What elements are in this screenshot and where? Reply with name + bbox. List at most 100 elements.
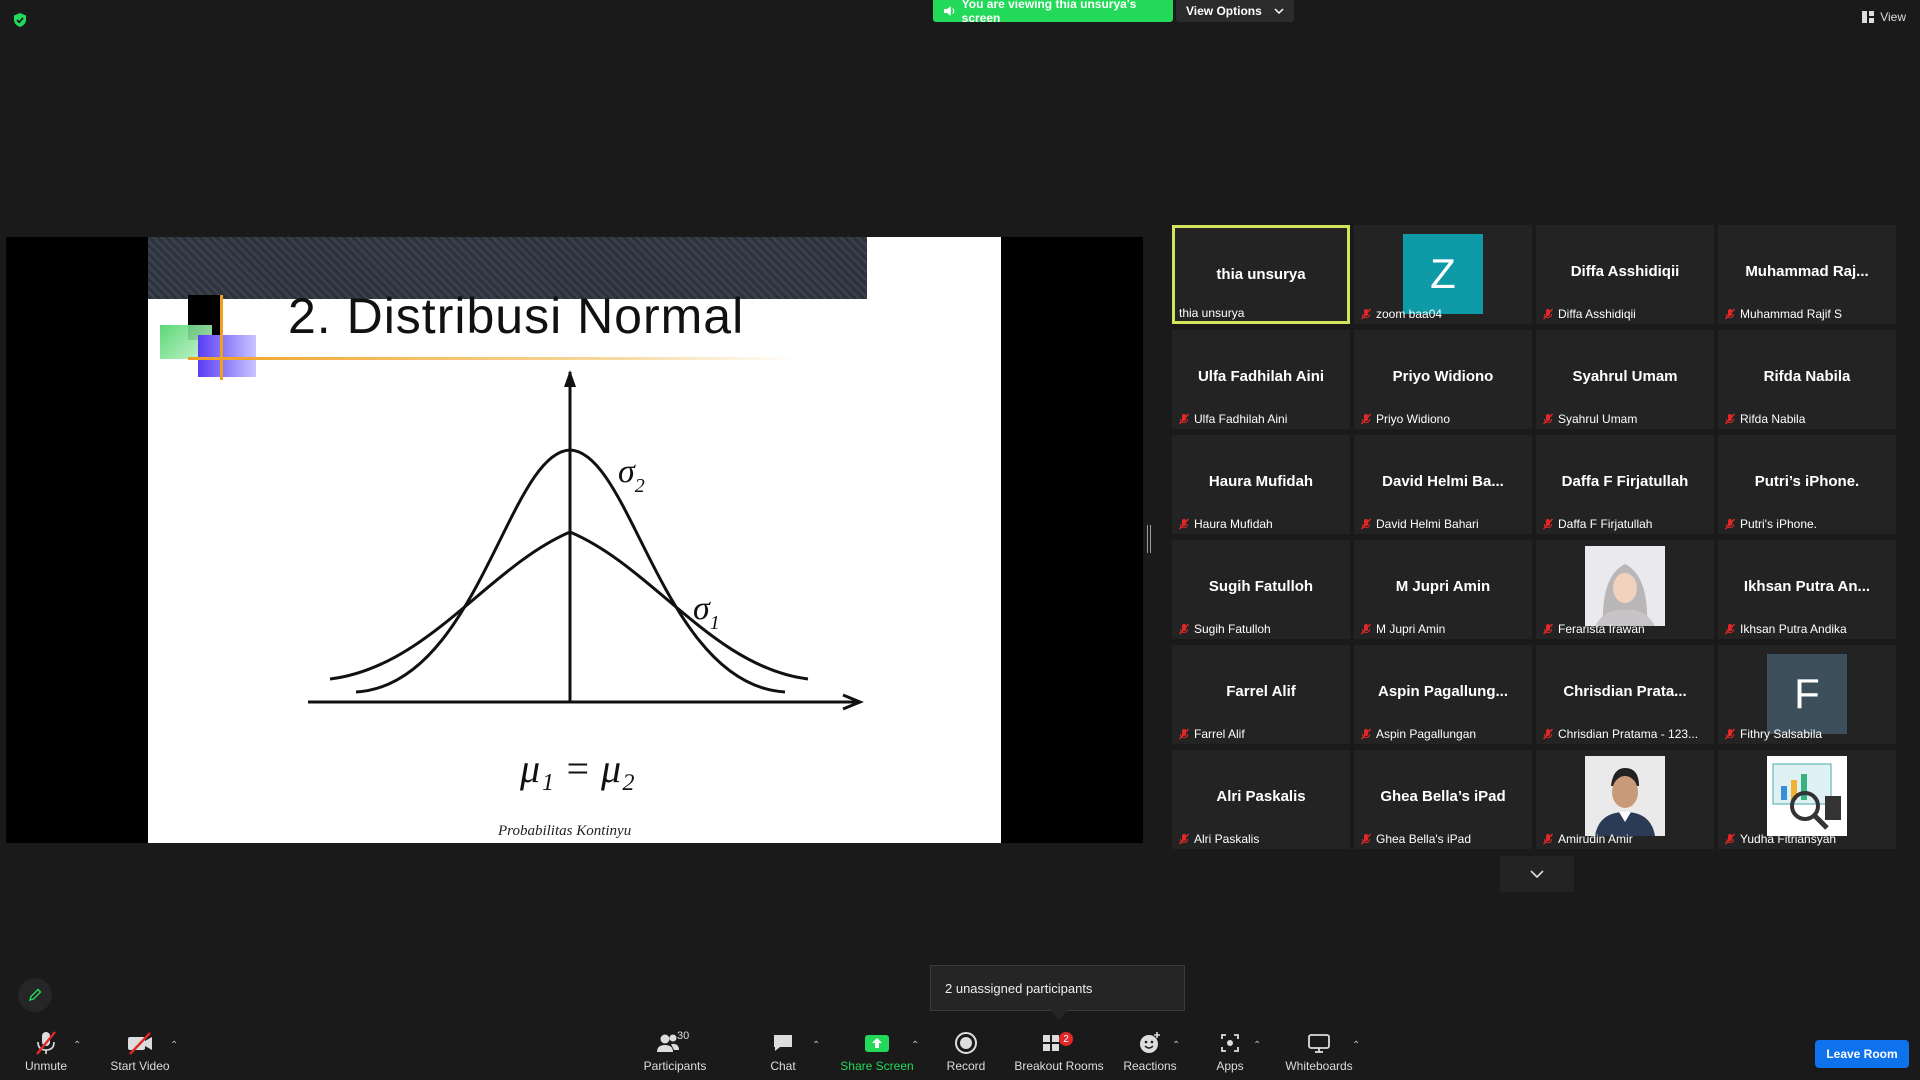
participant-tile[interactable]: Daffa F Firjatullah Daffa F Firjatullah: [1536, 435, 1714, 534]
reactions-options-caret[interactable]: ⌃: [1172, 1040, 1180, 1051]
whiteboards-button[interactable]: Whiteboards: [1282, 1030, 1356, 1078]
unassigned-text: 2 unassigned participants: [945, 980, 1093, 996]
participant-name-text: Aspin Pagallungan: [1376, 727, 1477, 741]
sigma2-symbol: σ: [618, 453, 636, 490]
participant-name-label: thia unsurya: [1179, 306, 1244, 320]
record-button[interactable]: Record: [944, 1030, 988, 1078]
breakout-rooms-button[interactable]: 2 Breakout Rooms: [1012, 1030, 1106, 1078]
reactions-button[interactable]: Reactions: [1123, 1030, 1177, 1078]
participant-display-name: Ulfa Fadhilah Aini: [1197, 368, 1325, 385]
video-off-icon: [128, 1032, 152, 1055]
unmute-label: Unmute: [24, 1059, 68, 1073]
microphone-muted-icon: [1542, 623, 1554, 635]
participant-tile[interactable]: Chrisdian Prata... Chrisdian Pratama - 12…: [1536, 645, 1714, 744]
participant-name-label: Syahrul Umam: [1542, 412, 1637, 426]
participant-tile[interactable]: Amirudin Amir: [1536, 750, 1714, 849]
participant-display-name: Diffa Asshidiqii: [1570, 263, 1680, 280]
participant-name-label: Diffa Asshidiqii: [1542, 307, 1636, 321]
participant-display-name: Ikhsan Putra An...: [1743, 578, 1871, 595]
sigma1-label: σ1: [693, 590, 720, 634]
shared-screen[interactable]: 2. Distribusi Normal σ2 σ1 μ₁ = μ₂ Proba…: [6, 237, 1143, 843]
audio-options-caret[interactable]: ⌃: [73, 1040, 81, 1051]
participant-name-label: Fithry Salsabila: [1724, 727, 1822, 741]
participant-tile[interactable]: David Helmi Ba... David Helmi Bahari: [1354, 435, 1532, 534]
breakout-rooms-badge: 2: [1059, 1032, 1073, 1046]
participant-tile[interactable]: Alri Paskalis Alri Paskalis: [1172, 750, 1350, 849]
share-screen-button[interactable]: Share Screen: [840, 1030, 914, 1078]
participant-name-label: Rifda Nabila: [1724, 412, 1805, 426]
participant-tile[interactable]: Putri’s iPhone. Putri's iPhone.: [1718, 435, 1896, 534]
unassigned-participants-tooltip[interactable]: 2 unassigned participants: [930, 965, 1185, 1011]
share-options-caret[interactable]: ⌃: [911, 1040, 919, 1051]
whiteboards-label: Whiteboards: [1285, 1059, 1353, 1073]
participant-tile[interactable]: M Jupri Amin M Jupri Amin: [1354, 540, 1532, 639]
participant-tile[interactable]: Diffa Asshidiqii Diffa Asshidiqii: [1536, 225, 1714, 324]
participant-tile[interactable]: Ferarista Irawan: [1536, 540, 1714, 639]
microphone-muted-icon: [1724, 518, 1736, 530]
microphone-muted-icon: [1360, 728, 1372, 740]
participant-name-label: zoom baa04: [1360, 307, 1442, 321]
participant-tile[interactable]: Ghea Bella’s iPad Ghea Bella's iPad: [1354, 750, 1532, 849]
video-options-caret[interactable]: ⌃: [170, 1040, 178, 1051]
record-icon: [955, 1032, 977, 1054]
apps-button[interactable]: Apps: [1212, 1030, 1248, 1078]
avatar: Z: [1403, 234, 1483, 314]
participant-tile[interactable]: Zzoom baa04: [1354, 225, 1532, 324]
chat-options-caret[interactable]: ⌃: [812, 1040, 820, 1051]
participant-name-text: Ferarista Irawan: [1558, 622, 1645, 636]
participant-name-text: Yudha Fitriansyah: [1740, 832, 1837, 846]
participant-display-name: Aspin Pagallung...: [1377, 683, 1508, 700]
participant-name-label: Ikhsan Putra Andika: [1724, 622, 1847, 636]
microphone-muted-icon: [1542, 728, 1554, 740]
apps-options-caret[interactable]: ⌃: [1253, 1040, 1261, 1051]
leave-room-button[interactable]: Leave Room: [1815, 1040, 1909, 1068]
participant-tile[interactable]: Yudha Fitriansyah: [1718, 750, 1896, 849]
whiteboards-options-caret[interactable]: ⌃: [1352, 1040, 1360, 1051]
encryption-shield-icon[interactable]: [12, 12, 28, 28]
panel-resize-handle[interactable]: [1147, 525, 1151, 553]
view-button-label: View: [1880, 10, 1906, 24]
microphone-muted-icon: [1724, 308, 1736, 320]
microphone-muted-icon: [1724, 413, 1736, 425]
participant-tile[interactable]: Priyo Widiono Priyo Widiono: [1354, 330, 1532, 429]
participant-display-name: Syahrul Umam: [1572, 368, 1678, 385]
participant-tile[interactable]: Ulfa Fadhilah Aini Ulfa Fadhilah Aini: [1172, 330, 1350, 429]
participant-name-text: Syahrul Umam: [1558, 412, 1638, 426]
annotate-button[interactable]: [18, 978, 52, 1012]
participant-display-name: Sugih Fatulloh: [1208, 578, 1314, 595]
participant-tile[interactable]: Aspin Pagallung... Aspin Pagallungan: [1354, 645, 1532, 744]
participant-tile[interactable]: Sugih Fatulloh Sugih Fatulloh: [1172, 540, 1350, 639]
participant-tile[interactable]: Ikhsan Putra An... Ikhsan Putra Andika: [1718, 540, 1896, 639]
participant-tile[interactable]: thia unsurya thia unsurya: [1172, 225, 1350, 324]
participant-tile[interactable]: Haura Mufidah Haura Mufidah: [1172, 435, 1350, 534]
participant-tile[interactable]: Syahrul Umam Syahrul Umam: [1536, 330, 1714, 429]
microphone-muted-icon: [1724, 623, 1736, 635]
participant-tile[interactable]: F Fithry Salsabila: [1718, 645, 1896, 744]
participant-display-name: Muhammad Raj...: [1745, 263, 1869, 280]
participant-tile[interactable]: Rifda Nabila Rifda Nabila: [1718, 330, 1896, 429]
view-options-dropdown[interactable]: View Options: [1176, 0, 1294, 22]
chevron-down-icon: [1530, 870, 1544, 878]
participant-tile[interactable]: Farrel Alif Farrel Alif: [1172, 645, 1350, 744]
participant-name-text: Muhammad Rajif S: [1740, 307, 1843, 321]
reactions-label: Reactions: [1123, 1059, 1177, 1073]
participant-display-name: David Helmi Ba...: [1382, 473, 1504, 490]
participant-name-text: Rifda Nabila: [1740, 412, 1806, 426]
microphone-muted-icon: [1724, 728, 1736, 740]
sigma1-subscript: 1: [710, 612, 720, 634]
gallery-next-page-button[interactable]: [1500, 856, 1574, 892]
view-button[interactable]: View: [1862, 10, 1906, 24]
chat-button[interactable]: Chat: [765, 1030, 801, 1078]
participants-button[interactable]: 30 Participants: [640, 1030, 710, 1078]
participant-display-name: Ghea Bella’s iPad: [1380, 788, 1506, 805]
participant-name-label: Aspin Pagallungan: [1360, 727, 1476, 741]
participant-name-text: Ulfa Fadhilah Aini: [1194, 412, 1288, 426]
start-video-button[interactable]: Start Video: [105, 1030, 175, 1078]
participant-display-name: thia unsurya: [1216, 266, 1306, 283]
participant-name-text: Diffa Asshidiqii: [1558, 307, 1636, 321]
apps-icon: [1221, 1034, 1239, 1052]
participant-tile[interactable]: Muhammad Raj... Muhammad Rajif S: [1718, 225, 1896, 324]
participant-name-text: Priyo Widiono: [1376, 412, 1451, 426]
participant-name-text: thia unsurya: [1179, 306, 1245, 320]
unmute-button[interactable]: Unmute: [20, 1030, 72, 1078]
